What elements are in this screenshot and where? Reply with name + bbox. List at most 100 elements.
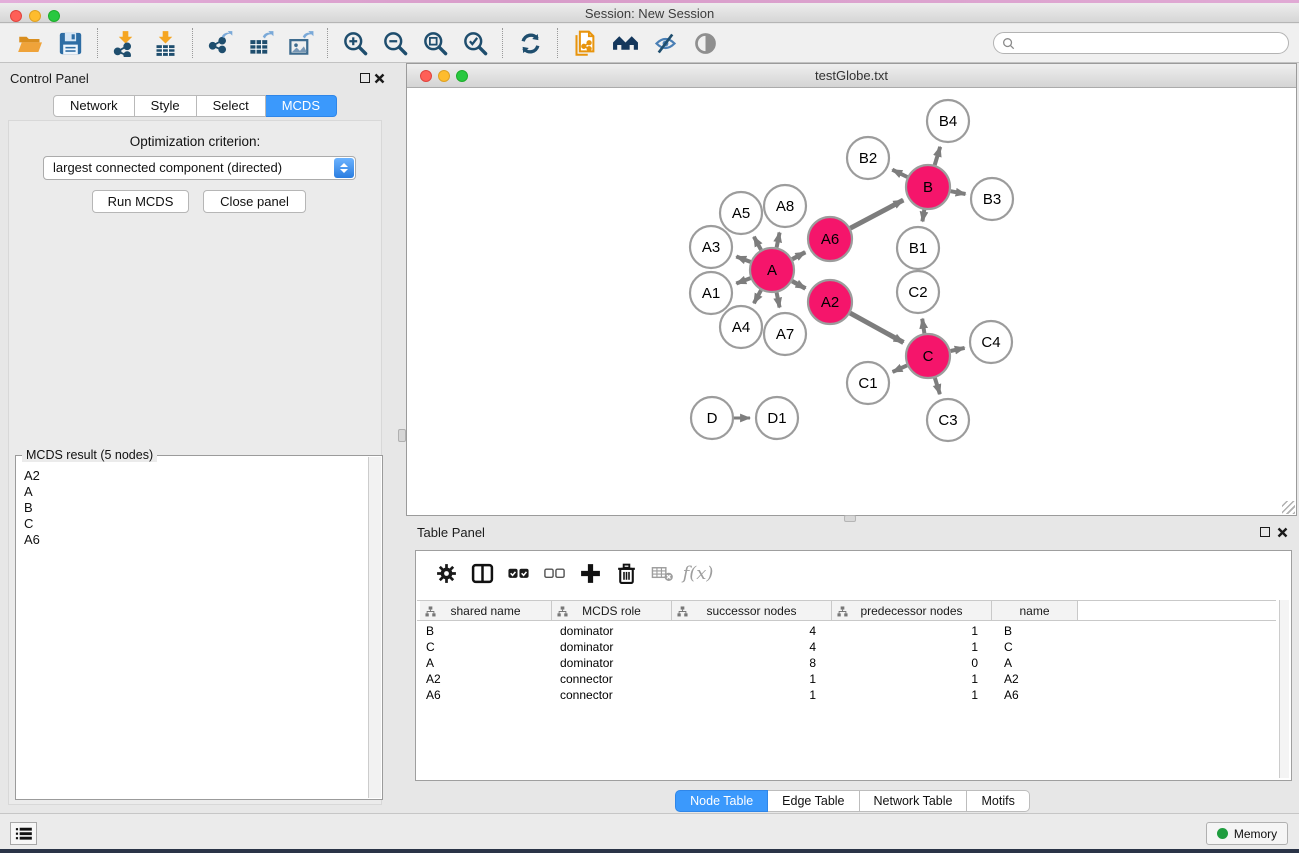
column-header-label: shared name [450,604,520,618]
tab-motifs[interactable]: Motifs [967,790,1029,812]
zoom-fit-button[interactable] [415,26,455,60]
hide-graphics-details-button[interactable] [645,26,685,60]
mcds-result-list: A2ABCA6 [17,457,367,798]
close-panel-icon[interactable] [374,73,385,84]
graph-edge-B-B2[interactable] [892,170,907,177]
clone-network-button[interactable] [565,26,605,60]
mcds-result-item[interactable]: A2 [24,468,367,484]
table-cell: dominator [552,639,672,655]
table-cell: B [420,623,552,639]
tab-edge-table[interactable]: Edge Table [768,790,859,812]
table-row[interactable]: Cdominator41C [420,639,1276,655]
graph-edge-A-A7[interactable] [777,293,780,308]
graph-node-label-A7: A7 [776,326,794,343]
graph-edge-A-A6[interactable] [792,252,805,259]
control-panel: Control Panel NetworkStyleSelectMCDS Opt… [0,63,390,813]
refresh-button[interactable] [510,26,550,60]
zoom-in-button[interactable] [335,26,375,60]
task-history-button[interactable] [10,822,37,845]
graph-edge-A2-C[interactable] [850,313,903,342]
table-scrollbar[interactable] [1279,600,1289,778]
tab-network-table[interactable]: Network Table [860,790,968,812]
import-network-button[interactable] [105,26,145,60]
close-panel-button[interactable]: Close panel [203,190,306,213]
column-header-predecessor-nodes[interactable]: predecessor nodes [832,601,992,620]
graph-edge-A-A3[interactable] [736,257,750,262]
export-network-button[interactable] [200,26,240,60]
mcds-result-item[interactable]: C [24,516,367,532]
column-header-shared-name[interactable]: shared name [420,601,552,620]
table-cell: A6 [992,687,1078,703]
table-options-button[interactable] [428,557,464,589]
tab-network[interactable]: Network [53,95,135,117]
add-row-button[interactable] [572,557,608,589]
graph-node-label-A: A [767,262,777,279]
mcds-result-item[interactable]: B [24,500,367,516]
table-panel-title: Table Panel [417,525,485,540]
float-table-panel-button[interactable] [1260,527,1270,537]
table-row[interactable]: A6connector11A6 [420,687,1276,703]
network-window-titlebar: testGlobe.txt [407,64,1296,88]
table-cell: 1 [672,671,832,687]
table-row[interactable]: A2connector11A2 [420,671,1276,687]
show-columns-button[interactable] [464,557,500,589]
zoom-selected-button[interactable] [455,26,495,60]
reset-view-button[interactable] [605,26,645,60]
tab-mcds[interactable]: MCDS [266,95,337,117]
tab-node-table[interactable]: Node Table [675,790,768,812]
column-header-successor-nodes[interactable]: successor nodes [672,601,832,620]
function-builder-button[interactable]: f(x) [680,557,716,589]
graph-edge-A-A4[interactable] [754,290,761,303]
delete-table-button[interactable] [644,557,680,589]
export-image-button[interactable] [280,26,320,60]
float-panel-button[interactable] [360,73,370,83]
graph-edge-C-C2[interactable] [922,319,924,334]
select-all-button[interactable] [500,557,536,589]
zoom-out-icon [382,30,409,57]
graph-edge-A-A5[interactable] [754,237,761,250]
open-session-button[interactable] [10,26,50,60]
search-input[interactable] [1020,36,1280,50]
graph-edge-A-A1[interactable] [736,278,750,283]
mcds-result-item[interactable]: A [24,484,367,500]
save-session-button[interactable] [50,26,90,60]
run-mcds-button[interactable]: Run MCDS [92,190,189,213]
horizontal-splitter-handle[interactable] [844,515,856,522]
column-header-name[interactable]: name [992,601,1078,620]
network-canvas[interactable]: B4B2BB3A8A5A6A3B1AA1C2A2A4A7C4CC1DD1C3 [407,88,1296,515]
window-resize-grip[interactable] [1282,501,1295,514]
memory-button[interactable]: Memory [1206,822,1288,845]
graph-edge-C-C4[interactable] [951,348,965,351]
criterion-dropdown[interactable]: largest connected component (directed) [43,156,356,180]
export-table-button[interactable] [240,26,280,60]
search-field[interactable] [993,32,1289,54]
table-row[interactable]: Bdominator41B [420,623,1276,639]
graph-edge-B-B3[interactable] [951,191,966,194]
graph-edge-B-B4[interactable] [935,147,941,165]
table-cell: C [420,639,552,655]
mcds-result-scrollbar[interactable] [368,457,381,798]
graph-edge-B-B1[interactable] [922,210,924,222]
dropdown-stepper-icon [334,158,354,178]
memory-status-icon [1217,828,1228,839]
table-body: Bdominator41BCdominator41CAdominator80AA… [417,623,1276,703]
zoom-out-button[interactable] [375,26,415,60]
mcds-result-item[interactable]: A6 [24,532,367,548]
graph-edge-A-A2[interactable] [792,281,805,288]
delete-rows-button[interactable] [608,557,644,589]
unselect-all-button[interactable] [536,557,572,589]
graph-edge-C-C1[interactable] [893,365,907,372]
import-table-button[interactable] [145,26,185,60]
graph-edge-C-C3[interactable] [935,378,940,394]
tab-select[interactable]: Select [197,95,266,117]
graph-edge-A6-B[interactable] [850,200,903,228]
toolbar-separator [557,28,558,58]
graph-edge-A-A8[interactable] [777,233,780,248]
column-header-mcds-role[interactable]: MCDS role [552,601,672,620]
show-graphics-details-button[interactable] [685,26,725,60]
table-row[interactable]: Adominator80A [420,655,1276,671]
graph-node-label-C: C [923,348,934,365]
close-table-panel-icon[interactable] [1277,527,1288,538]
vertical-splitter-handle[interactable] [398,429,406,442]
tab-style[interactable]: Style [135,95,197,117]
